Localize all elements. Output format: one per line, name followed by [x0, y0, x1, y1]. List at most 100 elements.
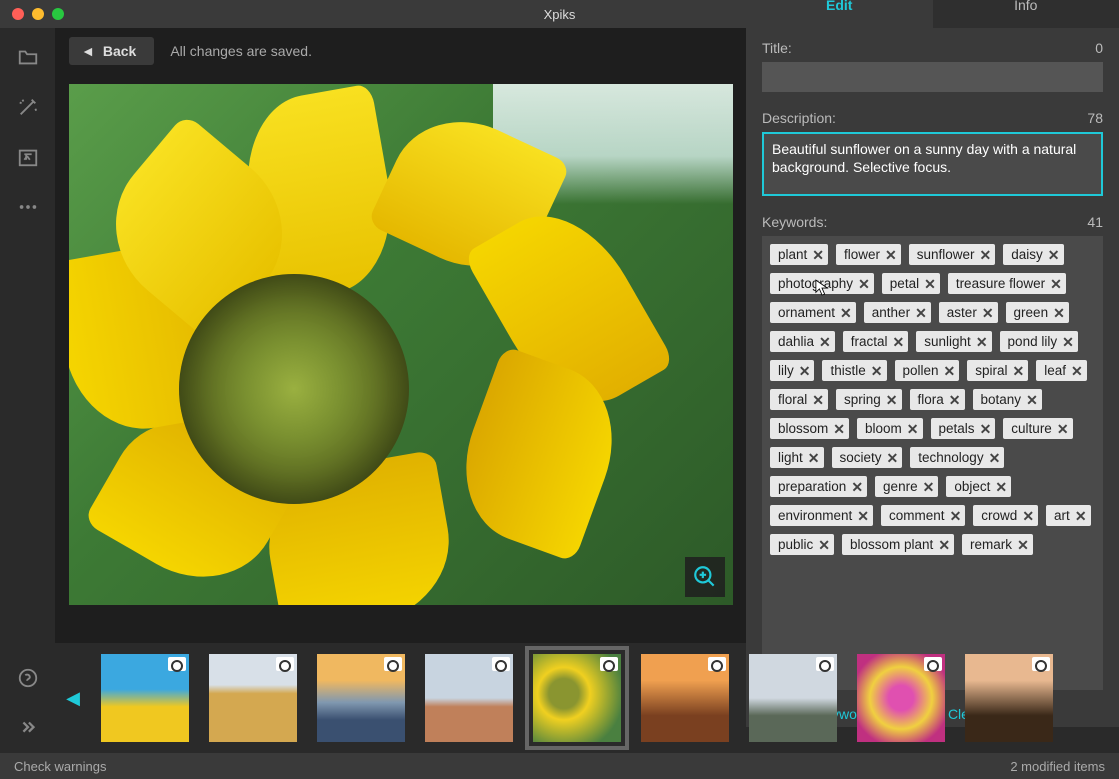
remove-keyword-icon[interactable]: ✕ — [923, 480, 935, 494]
remove-keyword-icon[interactable]: ✕ — [1071, 364, 1083, 378]
remove-keyword-icon[interactable]: ✕ — [907, 422, 919, 436]
remove-keyword-icon[interactable]: ✕ — [1013, 364, 1025, 378]
tab-info[interactable]: Info — [933, 0, 1119, 28]
remove-keyword-icon[interactable]: ✕ — [1022, 509, 1034, 523]
remove-keyword-icon[interactable]: ✕ — [982, 306, 994, 320]
thumbnail[interactable] — [317, 654, 405, 742]
title-input[interactable] — [762, 62, 1103, 92]
close-window-button[interactable] — [12, 8, 24, 20]
remove-keyword-icon[interactable]: ✕ — [980, 248, 992, 262]
keyword-tag[interactable]: plant✕ — [770, 244, 828, 265]
keyword-tag[interactable]: anther✕ — [864, 302, 931, 323]
keyword-tag[interactable]: dahlia✕ — [770, 331, 835, 352]
keyword-tag[interactable]: daisy✕ — [1003, 244, 1063, 265]
back-button[interactable]: ◄ Back — [69, 37, 154, 65]
keyword-tag[interactable]: spiral✕ — [967, 360, 1028, 381]
keyword-tag[interactable]: green✕ — [1006, 302, 1069, 323]
folder-icon[interactable] — [17, 46, 39, 68]
remove-keyword-icon[interactable]: ✕ — [851, 480, 863, 494]
maximize-window-button[interactable] — [52, 8, 64, 20]
thumbnail[interactable] — [857, 654, 945, 742]
keyword-tag[interactable]: remark✕ — [962, 534, 1033, 555]
keyword-tag[interactable]: art✕ — [1046, 505, 1091, 526]
keyword-tag[interactable]: flower✕ — [836, 244, 901, 265]
remove-keyword-icon[interactable]: ✕ — [808, 451, 820, 465]
minimize-window-button[interactable] — [32, 8, 44, 20]
remove-keyword-icon[interactable]: ✕ — [950, 509, 962, 523]
keyword-tag[interactable]: sunflower✕ — [909, 244, 996, 265]
remove-keyword-icon[interactable]: ✕ — [886, 393, 898, 407]
keyword-tag[interactable]: blossom✕ — [770, 418, 849, 439]
remove-keyword-icon[interactable]: ✕ — [818, 538, 830, 552]
keyword-tag[interactable]: photography✕ — [770, 273, 874, 294]
remove-keyword-icon[interactable]: ✕ — [812, 248, 824, 262]
more-icon[interactable] — [17, 196, 39, 218]
remove-keyword-icon[interactable]: ✕ — [915, 306, 927, 320]
remove-keyword-icon[interactable]: ✕ — [938, 538, 950, 552]
keyword-tag[interactable]: genre✕ — [875, 476, 938, 497]
remove-keyword-icon[interactable]: ✕ — [989, 451, 1001, 465]
keyword-tag[interactable]: culture✕ — [1003, 418, 1072, 439]
remove-keyword-icon[interactable]: ✕ — [949, 393, 961, 407]
keyword-tag[interactable]: environment✕ — [770, 505, 873, 526]
remove-keyword-icon[interactable]: ✕ — [893, 335, 905, 349]
remove-keyword-icon[interactable]: ✕ — [840, 306, 852, 320]
keyword-tag[interactable]: crowd✕ — [973, 505, 1038, 526]
remove-keyword-icon[interactable]: ✕ — [995, 480, 1007, 494]
remove-keyword-icon[interactable]: ✕ — [799, 364, 811, 378]
image-preview[interactable] — [69, 84, 733, 605]
thumbnail[interactable] — [965, 654, 1053, 742]
expand-icon[interactable] — [17, 717, 39, 739]
remove-keyword-icon[interactable]: ✕ — [857, 509, 869, 523]
remove-keyword-icon[interactable]: ✕ — [976, 335, 988, 349]
thumbnail[interactable] — [641, 654, 729, 742]
description-input[interactable]: Beautiful sunflower on a sunny day with … — [762, 132, 1103, 196]
keyword-tag[interactable]: object✕ — [946, 476, 1011, 497]
help-icon[interactable] — [17, 667, 39, 689]
remove-keyword-icon[interactable]: ✕ — [812, 393, 824, 407]
remove-keyword-icon[interactable]: ✕ — [1075, 509, 1087, 523]
wand-icon[interactable] — [17, 96, 39, 118]
remove-keyword-icon[interactable]: ✕ — [1062, 335, 1074, 349]
zoom-button[interactable] — [685, 557, 725, 597]
remove-keyword-icon[interactable]: ✕ — [1048, 248, 1060, 262]
remove-keyword-icon[interactable]: ✕ — [1057, 422, 1069, 436]
thumbnail[interactable] — [101, 654, 189, 742]
remove-keyword-icon[interactable]: ✕ — [1050, 277, 1062, 291]
keyword-tag[interactable]: aster✕ — [939, 302, 998, 323]
keyword-tag[interactable]: botany✕ — [973, 389, 1042, 410]
remove-keyword-icon[interactable]: ✕ — [858, 277, 870, 291]
keyword-tag[interactable]: comment✕ — [881, 505, 965, 526]
translate-icon[interactable] — [17, 146, 39, 168]
keyword-tag[interactable]: floral✕ — [770, 389, 828, 410]
thumbnail[interactable] — [425, 654, 513, 742]
keyword-tag[interactable]: ornament✕ — [770, 302, 856, 323]
remove-keyword-icon[interactable]: ✕ — [924, 277, 936, 291]
thumbnail[interactable] — [209, 654, 297, 742]
remove-keyword-icon[interactable]: ✕ — [1053, 306, 1065, 320]
keywords-box[interactable]: plant✕ flower✕ sunflower✕ daisy✕ photography… — [762, 236, 1103, 690]
tab-edit[interactable]: Edit — [746, 0, 933, 28]
keyword-tag[interactable]: preparation✕ — [770, 476, 867, 497]
remove-keyword-icon[interactable]: ✕ — [980, 422, 992, 436]
keyword-tag[interactable]: fractal✕ — [843, 331, 909, 352]
keyword-tag[interactable]: light✕ — [770, 447, 824, 468]
thumbnail-selected[interactable] — [533, 654, 621, 742]
keyword-tag[interactable]: pollen✕ — [895, 360, 960, 381]
remove-keyword-icon[interactable]: ✕ — [833, 422, 845, 436]
remove-keyword-icon[interactable]: ✕ — [871, 364, 883, 378]
status-left[interactable]: Check warnings — [14, 759, 107, 774]
keyword-tag[interactable]: technology✕ — [910, 447, 1004, 468]
remove-keyword-icon[interactable]: ✕ — [944, 364, 956, 378]
keyword-tag[interactable]: pond lily✕ — [1000, 331, 1078, 352]
keyword-tag[interactable]: society✕ — [832, 447, 903, 468]
keyword-tag[interactable]: petals✕ — [931, 418, 996, 439]
keyword-tag[interactable]: thistle✕ — [822, 360, 886, 381]
keyword-tag[interactable]: petal✕ — [882, 273, 940, 294]
remove-keyword-icon[interactable]: ✕ — [819, 335, 831, 349]
keyword-tag[interactable]: spring✕ — [836, 389, 902, 410]
thumb-prev-button[interactable]: ◀ — [63, 688, 83, 709]
remove-keyword-icon[interactable]: ✕ — [887, 451, 899, 465]
keyword-tag[interactable]: bloom✕ — [857, 418, 923, 439]
keyword-tag[interactable]: lily✕ — [770, 360, 814, 381]
